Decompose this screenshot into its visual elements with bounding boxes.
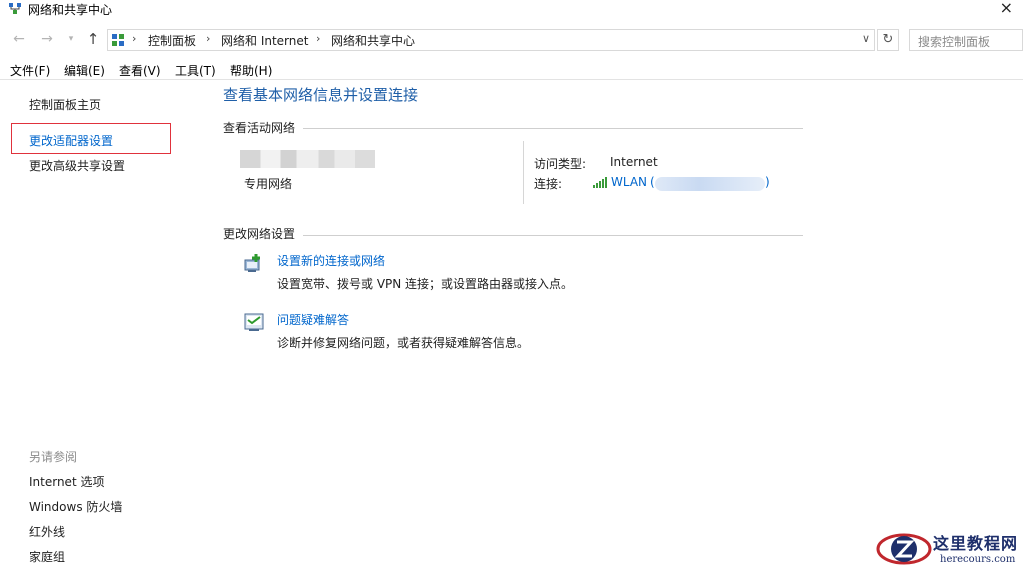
change-network-settings-heading: 更改网络设置 [223, 227, 296, 241]
breadcrumb-control-panel[interactable]: 控制面板 [148, 32, 196, 49]
address-box[interactable]: › 控制面板 › 网络和 Internet › 网络和共享中心 ∨ [107, 29, 875, 51]
section-divider [303, 235, 803, 236]
connection-label: 连接: [534, 177, 563, 191]
back-arrow-icon[interactable]: ← [10, 31, 28, 47]
setup-new-connection-link[interactable]: 设置新的连接或网络 [277, 252, 385, 269]
paren-close: ) [765, 175, 770, 189]
section-divider [303, 128, 803, 129]
close-window-button[interactable]: × [1000, 0, 1013, 17]
address-bar: ← → ▾ ↑ › 控制面板 › 网络和 Internet › 网络和共享中心 … [0, 28, 1023, 52]
menu-tools[interactable]: 工具(T) [175, 62, 216, 79]
title-bar: 网络和共享中心 × [0, 0, 1023, 26]
access-type-value: Internet [610, 155, 658, 169]
breadcrumb-separator-icon[interactable]: › [206, 32, 210, 45]
see-also-homegroup[interactable]: 家庭组 [29, 548, 65, 565]
access-type-label: 访问类型: [534, 157, 587, 171]
menu-edit[interactable]: 编辑(E) [64, 62, 105, 79]
vertical-divider [523, 141, 524, 204]
breadcrumb-separator-icon[interactable]: › [132, 32, 136, 45]
network-center-icon [9, 3, 21, 14]
breadcrumb-separator-icon[interactable]: › [316, 32, 320, 45]
ssid-redacted [655, 177, 765, 191]
forward-arrow-icon[interactable]: → [38, 31, 56, 47]
watermark-logo [876, 533, 932, 565]
watermark: 这里教程网 herecours.com [876, 527, 1023, 571]
up-arrow-icon[interactable]: ↑ [84, 30, 102, 48]
menu-bar: 文件(F) 编辑(E) 查看(V) 工具(T) 帮助(H) [0, 58, 1023, 80]
wlan-connection-link[interactable]: WLAN [611, 175, 647, 189]
setup-new-connection-desc: 设置宽带、拨号或 VPN 连接；或设置路由器或接入点。 [277, 277, 574, 291]
new-connection-icon [244, 254, 260, 272]
troubleshoot-desc: 诊断并修复网络问题，或者获得疑难解答信息。 [277, 336, 530, 350]
page-title: 查看基本网络信息并设置连接 [223, 86, 419, 104]
network-type: 专用网络 [244, 177, 293, 191]
see-also-internet-options[interactable]: Internet 选项 [29, 473, 104, 490]
see-also-windows-firewall[interactable]: Windows 防火墙 [29, 498, 122, 515]
see-also-infrared[interactable]: 红外线 [29, 523, 65, 540]
troubleshoot-link[interactable]: 问题疑难解答 [277, 311, 349, 328]
network-name-redacted [240, 150, 375, 168]
menu-file[interactable]: 文件(F) [10, 62, 50, 79]
breadcrumb-network-sharing-center[interactable]: 网络和共享中心 [331, 32, 415, 49]
menu-help[interactable]: 帮助(H) [230, 62, 272, 79]
sidebar-control-panel-home[interactable]: 控制面板主页 [29, 96, 101, 113]
address-dropdown-icon[interactable]: ∨ [862, 32, 870, 45]
wifi-signal-icon [593, 177, 607, 188]
active-networks-heading: 查看活动网络 [223, 121, 296, 135]
breadcrumb-network-internet[interactable]: 网络和 Internet [221, 32, 308, 49]
refresh-button[interactable]: ↻ [877, 29, 899, 51]
sidebar-change-adapter-settings[interactable]: 更改适配器设置 [29, 132, 113, 149]
see-also-heading: 另请参阅 [29, 450, 78, 464]
recent-locations-chevron-icon[interactable]: ▾ [62, 34, 80, 44]
refresh-icon: ↻ [882, 32, 894, 47]
paren-open: ( [650, 175, 655, 189]
menu-view[interactable]: 查看(V) [119, 62, 161, 79]
window-title: 网络和共享中心 [28, 3, 113, 17]
watermark-text: 这里教程网 [933, 534, 1019, 553]
search-input[interactable]: 搜索控制面板 [909, 29, 1023, 51]
watermark-url: herecours.com [940, 554, 1016, 565]
control-panel-icon [112, 34, 124, 46]
sidebar-change-advanced-sharing[interactable]: 更改高级共享设置 [29, 157, 125, 174]
troubleshoot-icon [244, 313, 264, 331]
